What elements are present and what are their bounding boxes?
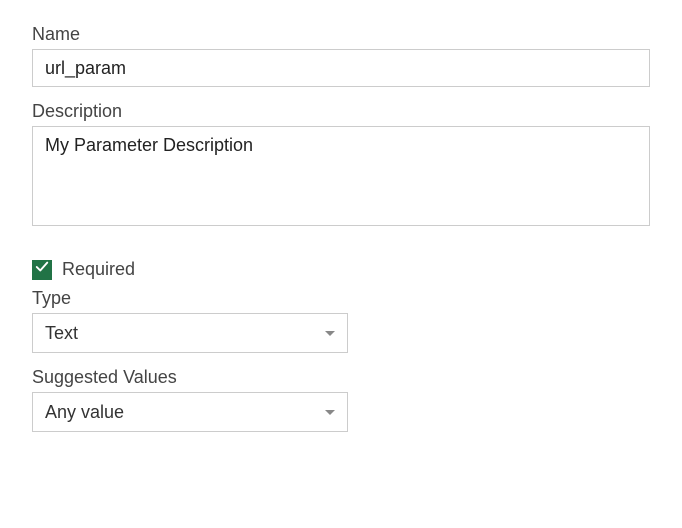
type-field-group: Type Text — [32, 288, 650, 353]
chevron-down-icon — [325, 410, 335, 415]
name-input[interactable] — [32, 49, 650, 87]
type-label: Type — [32, 288, 650, 309]
suggested-values-select[interactable]: Any value — [32, 392, 348, 432]
type-select[interactable]: Text — [32, 313, 348, 353]
suggested-values-field-group: Suggested Values Any value — [32, 367, 650, 432]
suggested-values-value: Any value — [45, 402, 124, 423]
required-label: Required — [62, 259, 135, 280]
suggested-values-label: Suggested Values — [32, 367, 650, 388]
name-field-group: Name — [32, 24, 650, 87]
description-label: Description — [32, 101, 650, 122]
chevron-down-icon — [325, 331, 335, 336]
type-value: Text — [45, 323, 78, 344]
check-icon — [35, 260, 49, 279]
name-label: Name — [32, 24, 650, 45]
required-row: Required — [32, 259, 650, 280]
description-field-group: Description My Parameter Description — [32, 101, 650, 231]
required-checkbox[interactable] — [32, 260, 52, 280]
description-input[interactable]: My Parameter Description — [32, 126, 650, 226]
